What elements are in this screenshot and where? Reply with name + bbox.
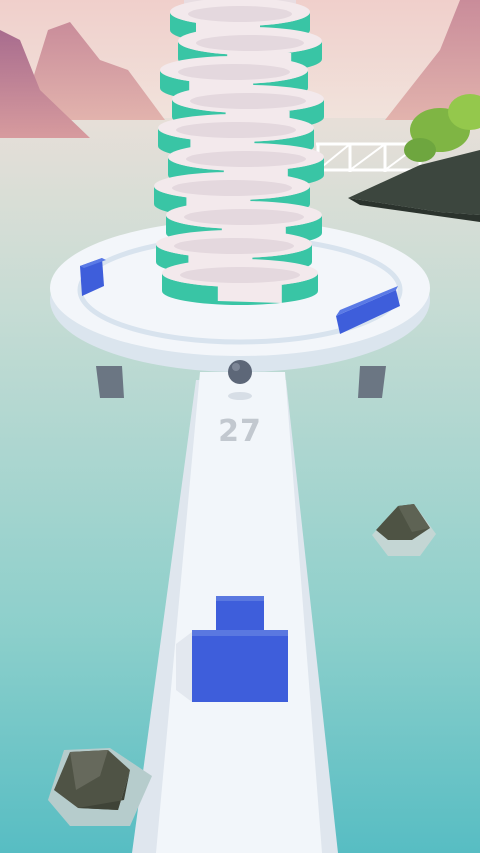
platform-leg-left (96, 366, 124, 398)
helix-tower (154, 0, 324, 305)
ball (228, 360, 252, 384)
ball-shadow (228, 392, 252, 400)
ball-highlight (232, 363, 240, 371)
tower-ring (162, 259, 318, 305)
platform-leg-right (358, 366, 386, 398)
score-label: 27 (218, 414, 262, 449)
